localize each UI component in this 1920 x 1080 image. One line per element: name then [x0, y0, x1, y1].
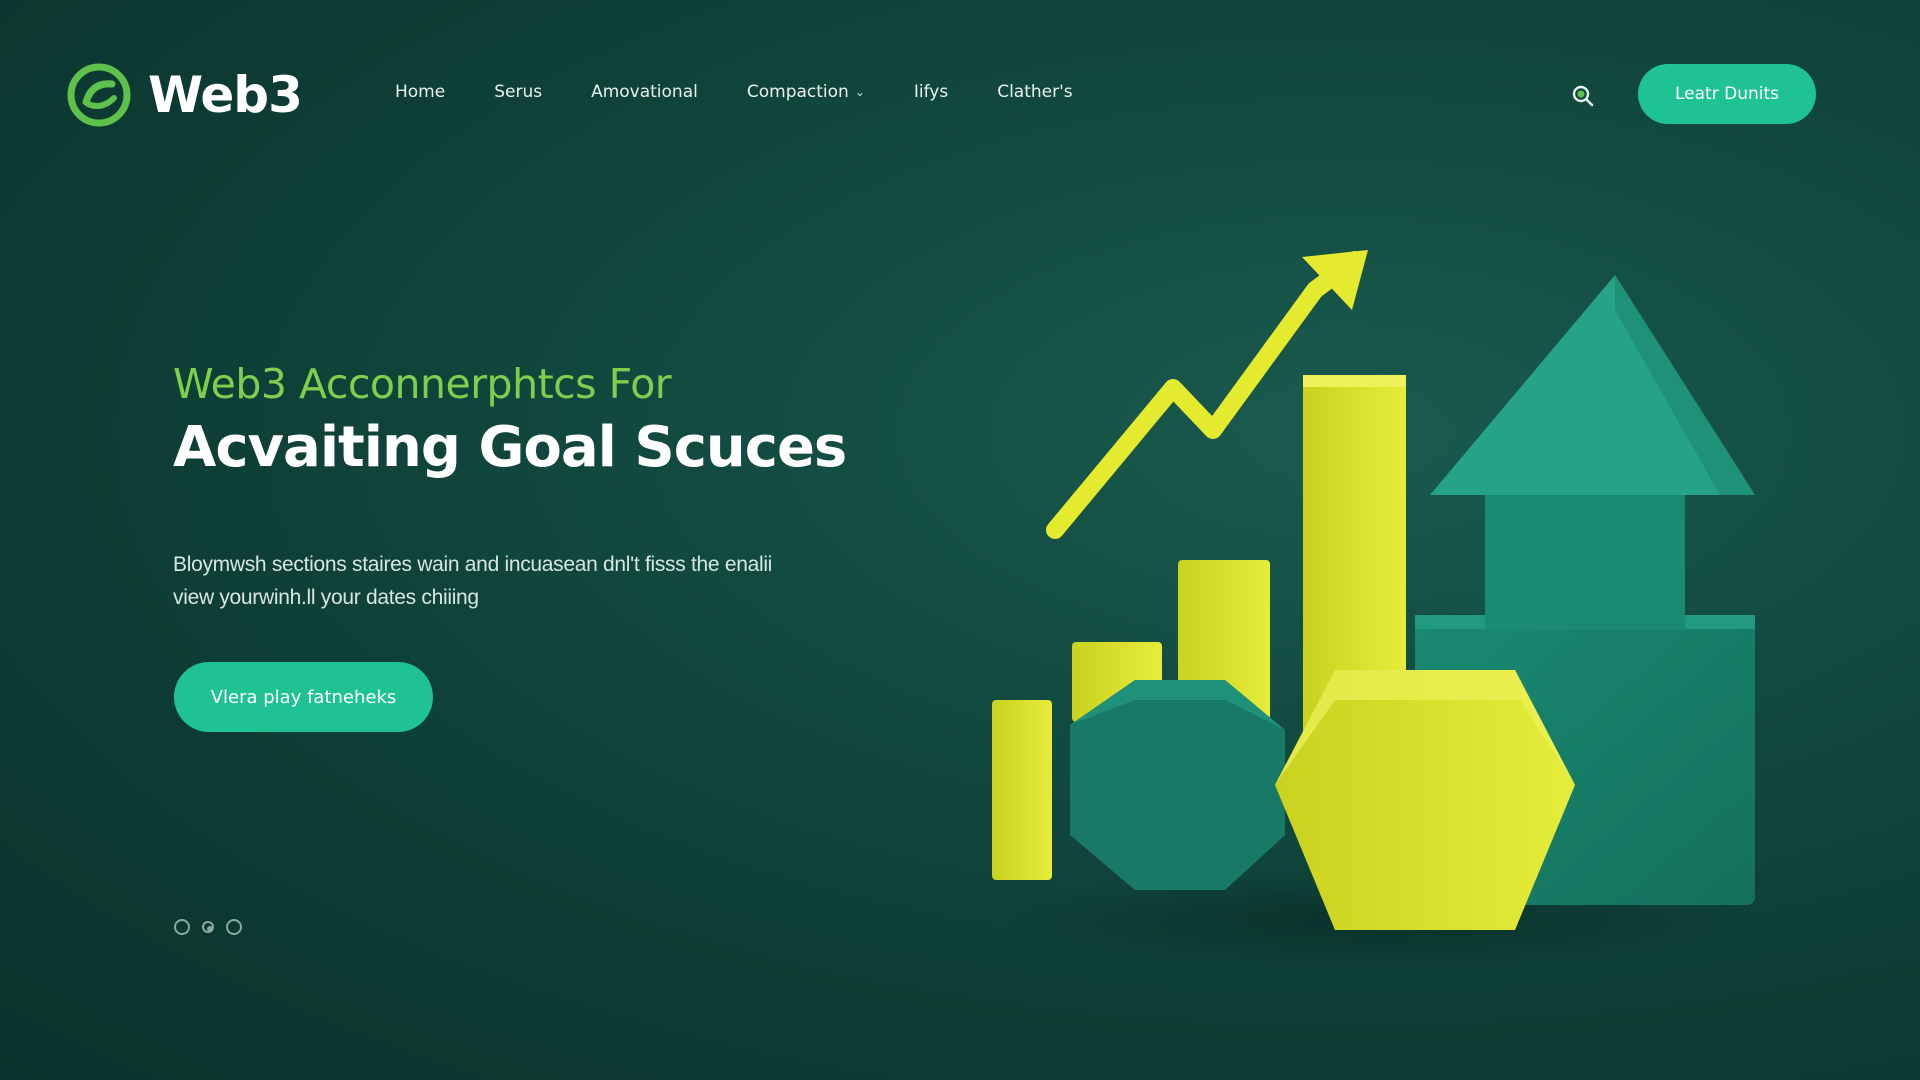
hero-illustration: [992, 250, 1760, 970]
carousel-dot[interactable]: [226, 919, 242, 935]
nav-item-label: Clather's: [997, 82, 1073, 102]
search-icon: [1572, 85, 1594, 107]
search-button[interactable]: [1570, 83, 1596, 109]
carousel-dot[interactable]: [174, 919, 190, 935]
nav-item-home[interactable]: Home: [395, 82, 445, 102]
nav-item-iifys[interactable]: Iifys: [914, 82, 948, 102]
hero-title: Acvaiting Goal Scuces: [173, 415, 847, 480]
logo-icon: [67, 63, 131, 127]
nav-item-label: Serus: [494, 82, 543, 102]
brand-name: Web3: [148, 66, 303, 124]
site-header: Web3 Home Serus Amovational Compaction ⌄ …: [0, 0, 1920, 190]
hero-eyebrow: Web3 Acconnerphtcs For: [173, 360, 672, 408]
nav-item-amovational[interactable]: Amovational: [591, 82, 698, 102]
nav-item-label: Compaction: [746, 82, 849, 102]
brand-logo[interactable]: Web3: [66, 62, 303, 128]
hero-cta-button[interactable]: Vlera play fatneheks: [174, 662, 433, 732]
carousel-dot-active[interactable]: [202, 921, 214, 933]
nav-item-label: Amovational: [591, 82, 698, 102]
carousel-dots: [174, 919, 242, 935]
nav-item-clathers[interactable]: Clather's: [997, 82, 1072, 102]
chevron-down-icon: ⌄: [854, 85, 865, 99]
nav-item-serus[interactable]: Serus: [494, 82, 542, 102]
nav-item-compaction[interactable]: Compaction ⌄: [747, 82, 865, 102]
header-cta-button[interactable]: Leatr Dunits: [1638, 64, 1816, 124]
main-nav: Home Serus Amovational Compaction ⌄ Iifys…: [395, 82, 1073, 102]
nav-item-label: Home: [395, 82, 446, 102]
hero-description: Bloymwsh sections staires wain and incua…: [173, 553, 773, 609]
nav-item-label: Iifys: [913, 82, 949, 102]
